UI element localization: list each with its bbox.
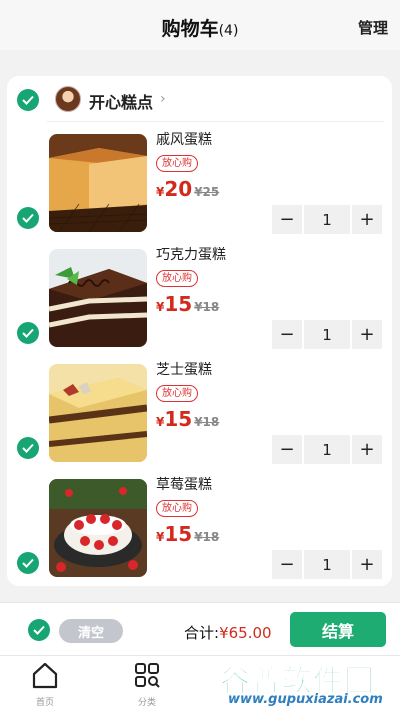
guarantee-badge: 放心购 [156, 385, 198, 402]
divider [47, 121, 384, 122]
checkmark-icon [22, 95, 34, 105]
original-price: ¥18 [194, 415, 220, 429]
checkmark-icon [22, 443, 34, 453]
checkout-bar: 清空 合计:¥65.00 结算 [0, 602, 400, 655]
clear-button[interactable]: 清空 [59, 619, 123, 643]
select-all-checkbox[interactable] [28, 619, 50, 641]
product-image[interactable] [49, 134, 147, 232]
guarantee-badge: 放心购 [156, 270, 198, 287]
price: ¥15 ¥18 [156, 292, 219, 316]
product-name[interactable]: 芝士蛋糕 [156, 359, 212, 379]
home-icon [32, 662, 58, 689]
shop-name[interactable]: 开心糕点 [89, 89, 153, 113]
checkmark-icon [22, 558, 34, 568]
item-select-checkbox[interactable] [17, 322, 39, 344]
chiffon-cake-image [49, 134, 147, 232]
quantity-value[interactable]: 1 [304, 435, 350, 464]
decrease-button[interactable]: − [272, 435, 302, 464]
item-select-checkbox[interactable] [17, 552, 39, 574]
quantity-stepper: − 1 + [272, 205, 382, 234]
cart-count: (4) [218, 23, 239, 39]
price: ¥20 ¥25 [156, 177, 219, 201]
product-image[interactable] [49, 249, 147, 347]
page-title-text: 购物车 [161, 18, 219, 40]
shop-row[interactable]: 开心糕点 › [7, 76, 392, 122]
tab-home[interactable]: 首页 [15, 661, 75, 708]
increase-button[interactable]: + [352, 435, 382, 464]
watermark: 谷普软件园 www.gupuxiazai.com [218, 656, 398, 708]
total-label: 合计: [184, 624, 220, 642]
current-price: 15 [164, 522, 193, 546]
current-price: 15 [164, 292, 193, 316]
decrease-button[interactable]: − [272, 205, 302, 234]
product-image[interactable] [49, 364, 147, 462]
quantity-value[interactable]: 1 [304, 550, 350, 579]
cart-item: 戚风蛋糕 放心购 ¥20 ¥25 − 1 + [7, 124, 392, 240]
cheese-cake-image [49, 364, 147, 462]
tab-category[interactable]: 分类 [117, 661, 177, 708]
price: ¥15 ¥18 [156, 407, 219, 431]
product-image[interactable] [49, 479, 147, 577]
guarantee-badge: 放心购 [156, 500, 198, 517]
product-name[interactable]: 戚风蛋糕 [156, 129, 212, 149]
watermark-url: www.gupuxiazai.com [228, 692, 383, 707]
item-select-checkbox[interactable] [17, 207, 39, 229]
header: 购物车(4) 管理 [0, 0, 400, 50]
quantity-value[interactable]: 1 [304, 320, 350, 349]
strawberry-cake-image [49, 479, 147, 577]
quantity-value[interactable]: 1 [304, 205, 350, 234]
page-title: 购物车(4) [0, 14, 400, 41]
shop-select-checkbox[interactable] [17, 89, 39, 111]
increase-button[interactable]: + [352, 205, 382, 234]
tab-category-label: 分类 [137, 698, 156, 708]
checkmark-icon [33, 625, 45, 635]
quantity-stepper: − 1 + [272, 320, 382, 349]
product-name[interactable]: 草莓蛋糕 [156, 474, 212, 494]
checkmark-icon [22, 213, 34, 223]
total-amount: ¥65.00 [219, 624, 272, 642]
increase-button[interactable]: + [352, 320, 382, 349]
chocolate-cake-image [49, 249, 147, 347]
cart-item: 草莓蛋糕 放心购 ¥15 ¥18 − 1 + [7, 469, 392, 585]
tab-home-label: 首页 [35, 698, 54, 708]
original-price: ¥18 [194, 530, 220, 544]
guarantee-badge: 放心购 [156, 155, 198, 172]
cart-item: 巧克力蛋糕 放心购 ¥15 ¥18 − 1 + [7, 239, 392, 355]
checkmark-icon [22, 328, 34, 338]
price: ¥15 ¥18 [156, 522, 219, 546]
quantity-stepper: − 1 + [272, 435, 382, 464]
original-price: ¥18 [194, 300, 220, 314]
product-name[interactable]: 巧克力蛋糕 [156, 244, 226, 264]
chevron-right-icon[interactable]: › [160, 91, 166, 107]
current-price: 20 [164, 177, 193, 201]
total: 合计:¥65.00 [184, 622, 272, 643]
cart-item: 芝士蛋糕 放心购 ¥15 ¥18 − 1 + [7, 354, 392, 470]
item-select-checkbox[interactable] [17, 437, 39, 459]
increase-button[interactable]: + [352, 550, 382, 579]
decrease-button[interactable]: − [272, 550, 302, 579]
checkout-button[interactable]: 结算 [290, 612, 386, 647]
cart-card: 开心糕点 › 戚风蛋糕 放心购 ¥20 ¥25 − 1 + 巧克力蛋糕 放心购 … [7, 76, 392, 586]
decrease-button[interactable]: − [272, 320, 302, 349]
category-icon [135, 663, 160, 688]
current-price: 15 [164, 407, 193, 431]
manage-button[interactable]: 管理 [358, 17, 388, 38]
quantity-stepper: − 1 + [272, 550, 382, 579]
shop-avatar [55, 86, 81, 112]
original-price: ¥25 [194, 185, 220, 199]
